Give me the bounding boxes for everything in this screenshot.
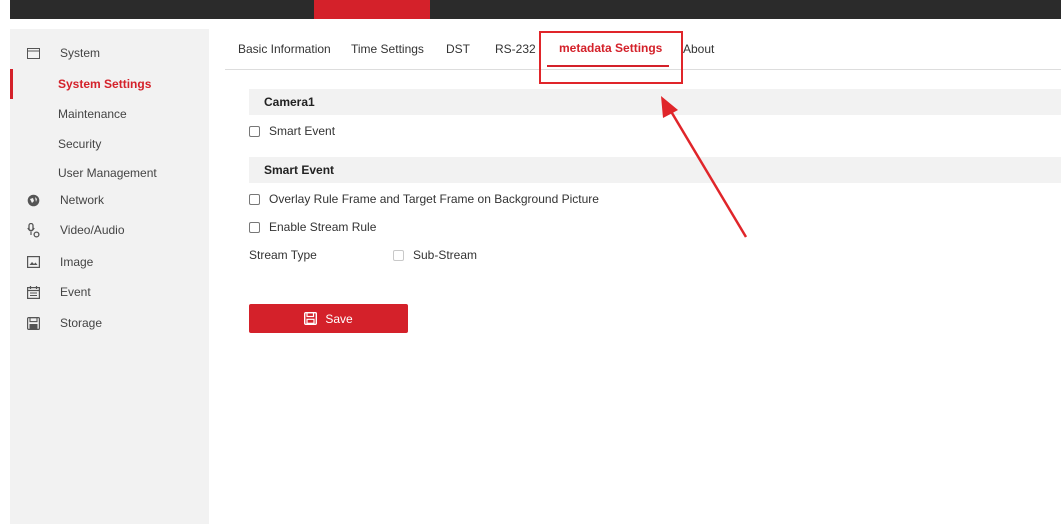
sidebar: System System Settings Maintenance Secur… [10, 29, 209, 524]
sidebar-item-label: Network [60, 193, 105, 207]
sidebar-item-label: Image [60, 255, 94, 269]
section-header-camera: Camera1 [249, 89, 1061, 115]
checkbox-label: Overlay Rule Frame and Target Frame on B… [269, 192, 599, 206]
save-button-label: Save [325, 311, 353, 326]
sidebar-item-label: Video/Audio [60, 223, 125, 237]
stream-rule-option: Enable Stream Rule [249, 219, 376, 235]
enable-stream-rule-checkbox[interactable] [249, 221, 260, 233]
tab-about[interactable]: About [683, 42, 714, 56]
tab-dst[interactable]: DST [446, 42, 470, 56]
network-icon [26, 193, 40, 207]
tab-time-settings[interactable]: Time Settings [351, 42, 424, 56]
overlay-option: Overlay Rule Frame and Target Frame on B… [249, 191, 599, 207]
sidebar-item-image[interactable]: Image [10, 247, 209, 277]
sidebar-item-security[interactable]: Security [10, 129, 209, 159]
image-icon [26, 255, 40, 269]
save-icon [304, 312, 318, 325]
sidebar-item-event[interactable]: Event [10, 277, 209, 307]
sidebar-item-system[interactable]: System [10, 38, 209, 68]
sidebar-item-label: Security [58, 137, 102, 151]
save-button[interactable]: Save [249, 304, 408, 333]
sub-stream-checkbox[interactable] [393, 249, 404, 261]
sidebar-item-user-management[interactable]: User Management [10, 158, 209, 188]
sidebar-item-label: Maintenance [58, 107, 127, 121]
sidebar-item-maintenance[interactable]: Maintenance [10, 99, 209, 129]
video-audio-icon [26, 222, 40, 238]
checkbox-label: Enable Stream Rule [269, 220, 377, 234]
sub-stream-option: Sub-Stream [393, 248, 477, 262]
active-header-tab[interactable] [314, 0, 430, 19]
sidebar-item-storage[interactable]: Storage [10, 308, 209, 338]
checkbox-label: Smart Event [269, 124, 336, 138]
sidebar-item-label: User Management [58, 166, 157, 180]
tab-basic-information[interactable]: Basic Information [238, 42, 331, 56]
annotation-highlight-box [539, 31, 683, 84]
section-title: Camera1 [264, 95, 315, 109]
storage-icon [26, 316, 40, 330]
sidebar-item-label: Event [60, 285, 91, 299]
event-icon [26, 285, 40, 299]
overlay-rule-frame-checkbox[interactable] [249, 193, 260, 205]
smart-event-checkbox[interactable] [249, 125, 260, 137]
section-title: Smart Event [264, 163, 335, 177]
sidebar-item-label: Storage [60, 316, 103, 330]
sidebar-item-video-audio[interactable]: Video/Audio [10, 215, 209, 245]
smart-event-option: Smart Event [249, 123, 335, 139]
sidebar-item-label: System [60, 46, 101, 60]
system-icon [26, 46, 40, 60]
stream-type-label: Stream Type [249, 248, 317, 262]
sidebar-item-network[interactable]: Network [10, 185, 209, 215]
section-header-smart-event: Smart Event [249, 157, 1061, 183]
checkbox-label: Sub-Stream [413, 248, 478, 262]
sidebar-item-system-settings[interactable]: System Settings [10, 69, 209, 99]
tab-rs-232[interactable]: RS-232 [495, 42, 536, 56]
top-header-bar [10, 0, 1061, 19]
sidebar-item-label: System Settings [58, 77, 152, 91]
